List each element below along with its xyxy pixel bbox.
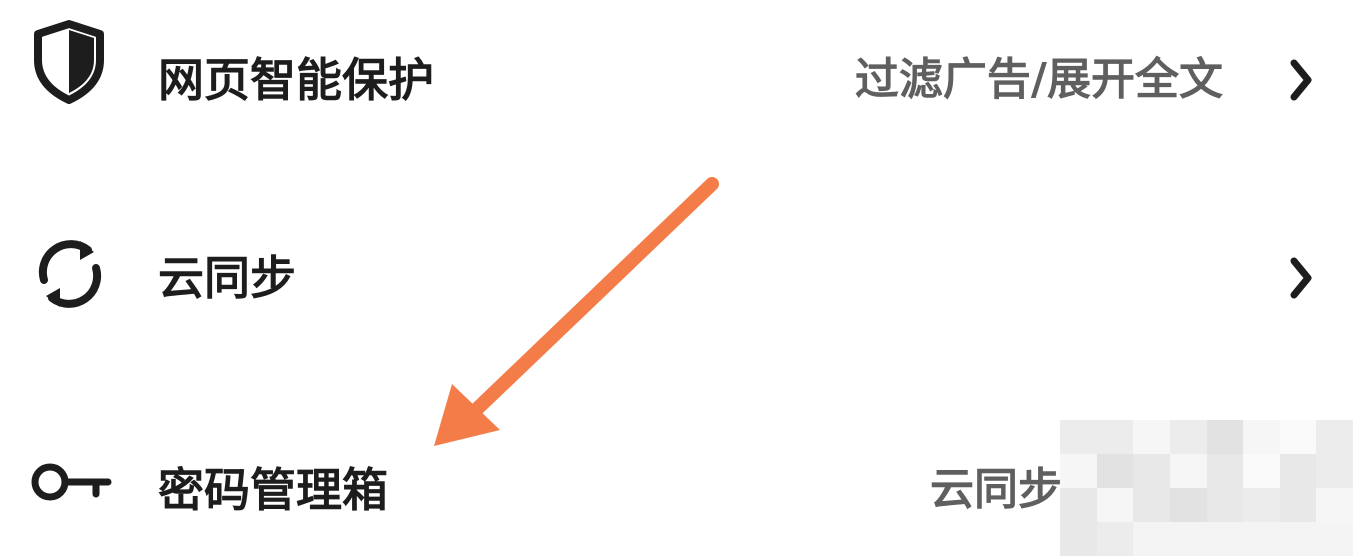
key-icon	[30, 460, 112, 504]
settings-item-value: 过滤广告/展开全文	[854, 54, 1223, 105]
shield-icon	[32, 20, 106, 104]
pixelated-redaction	[1060, 420, 1353, 556]
settings-item-label: 密码管理箱	[158, 463, 388, 517]
settings-item-label: 网页智能保护	[158, 53, 434, 107]
chevron-right-icon	[1288, 58, 1316, 102]
settings-item-cloud-sync[interactable]: 云同步	[0, 220, 1353, 340]
sync-icon	[32, 236, 108, 312]
settings-item-label: 云同步	[158, 251, 296, 305]
settings-item-value: 云同步	[930, 464, 1062, 515]
settings-item-web-protection[interactable]: 网页智能保护 过滤广告/展开全文	[0, 10, 1353, 130]
chevron-right-icon	[1288, 256, 1316, 300]
